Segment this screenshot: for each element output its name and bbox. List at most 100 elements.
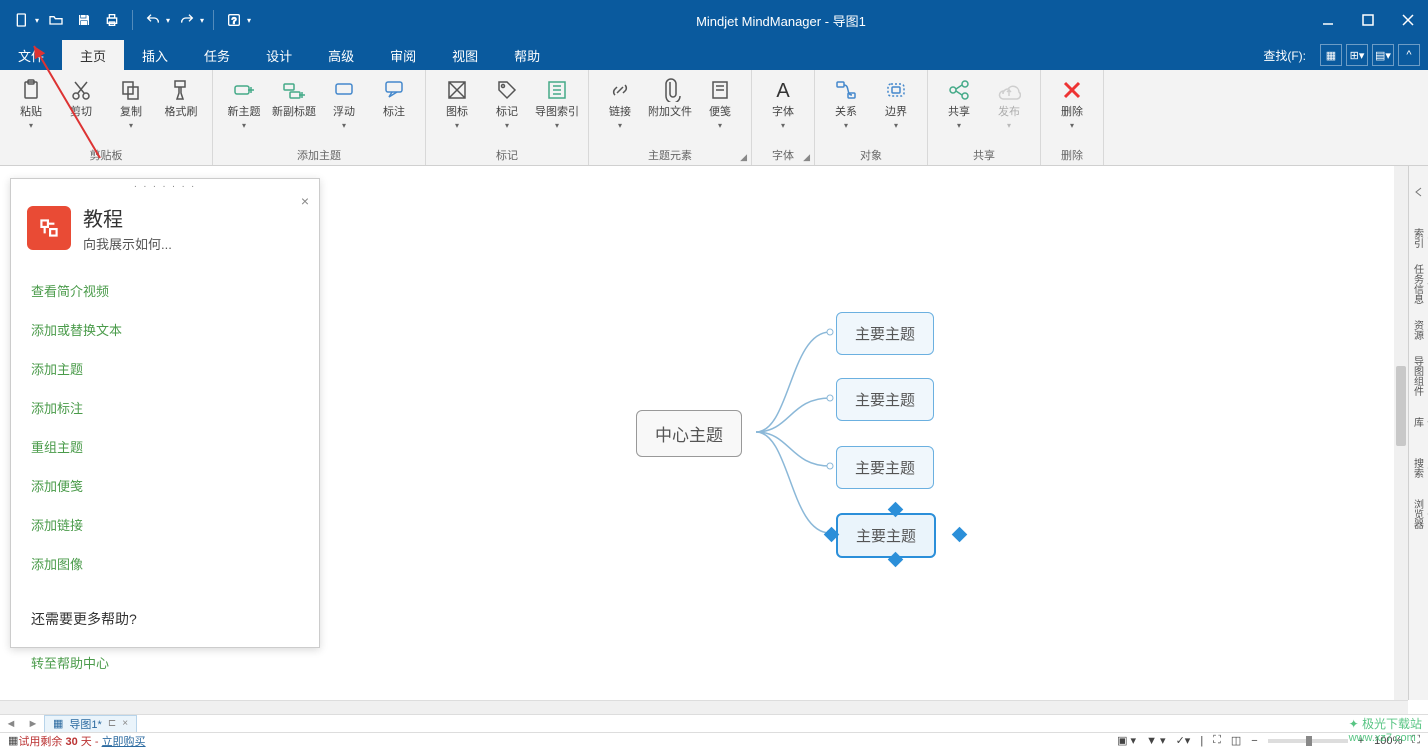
zoom-out-button[interactable]: − bbox=[1251, 735, 1257, 747]
tab-task[interactable]: 任务 bbox=[186, 40, 248, 70]
delete-button[interactable]: 删除▾ bbox=[1047, 74, 1097, 134]
open-icon[interactable] bbox=[42, 6, 70, 34]
tutorial-panel: . . . . . . . × 教程 向我展示如何... 查看简介视频 添加或替… bbox=[10, 178, 320, 648]
sidebar-index[interactable]: 索引 bbox=[1410, 216, 1428, 260]
sidebar-browser[interactable]: 浏览器 bbox=[1410, 492, 1428, 536]
paste-button[interactable]: 粘贴▾ bbox=[6, 74, 56, 134]
status-view-icon[interactable]: ▣ ▾ bbox=[1117, 734, 1136, 747]
doc-tab-pin-icon[interactable]: ⊏ bbox=[108, 718, 116, 729]
maximize-button[interactable] bbox=[1348, 0, 1388, 40]
group-delete-label: 删除 bbox=[1041, 147, 1103, 165]
tutorial-link-replace-text[interactable]: 添加或替换文本 bbox=[31, 310, 299, 349]
new-topic-button[interactable]: 新主题▾ bbox=[219, 74, 269, 134]
format-painter-button[interactable]: 格式刷 bbox=[156, 74, 206, 123]
sidebar-resource[interactable]: 资源 bbox=[1410, 308, 1428, 352]
tutorial-link-reorg[interactable]: 重组主题 bbox=[31, 427, 299, 466]
print-icon[interactable] bbox=[98, 6, 126, 34]
group-add-topic-label: 添加主题 bbox=[213, 147, 425, 165]
tutorial-link-add-link[interactable]: 添加链接 bbox=[31, 505, 299, 544]
tutorial-link-video[interactable]: 查看简介视频 bbox=[31, 271, 299, 310]
sidebar-parts[interactable]: 导图组件 bbox=[1410, 354, 1428, 398]
float-button[interactable]: 浮动▾ bbox=[319, 74, 369, 134]
boundary-button[interactable]: 边界▾ bbox=[871, 74, 921, 134]
tutorial-link-help-center[interactable]: 转至帮助中心 bbox=[31, 643, 299, 682]
help-dropdown[interactable]: ▾ bbox=[244, 16, 254, 25]
zoom-level[interactable]: 100% bbox=[1374, 735, 1402, 747]
redo-dropdown[interactable]: ▾ bbox=[197, 16, 207, 25]
tutorial-close-icon[interactable]: × bbox=[301, 193, 309, 209]
copy-button[interactable]: 复制▾ bbox=[106, 74, 156, 134]
undo-dropdown[interactable]: ▾ bbox=[163, 16, 173, 25]
panel-drag-handle[interactable]: . . . . . . . bbox=[11, 179, 319, 193]
qat-separator bbox=[213, 10, 214, 30]
elements-launcher-icon[interactable]: ◢ bbox=[740, 152, 747, 163]
tag-button[interactable]: 标记▾ bbox=[482, 74, 532, 134]
tab-home[interactable]: 主页 bbox=[62, 40, 124, 70]
buy-now-link[interactable]: 立即购买 bbox=[102, 736, 146, 748]
attach-button[interactable]: 附加文件 bbox=[645, 74, 695, 123]
font-launcher-icon[interactable]: ◢ bbox=[803, 152, 810, 163]
status-task-icon[interactable]: ✓▾ bbox=[1176, 734, 1191, 747]
sidebar-search[interactable]: 搜索 bbox=[1410, 446, 1428, 490]
menubar-icon-3[interactable]: ▤▾ bbox=[1372, 44, 1394, 66]
ribbon: 粘贴▾ 剪切 复制▾ 格式刷 剪贴板 新主题▾ 新副标题 浮动▾ 标注 添加主题… bbox=[0, 70, 1428, 166]
cut-button[interactable]: 剪切 bbox=[56, 74, 106, 123]
collapse-ribbon-icon[interactable]: ^ bbox=[1398, 44, 1420, 66]
vertical-scrollbar[interactable] bbox=[1394, 166, 1408, 700]
sidebar-taskinfo[interactable]: 任务信息 bbox=[1410, 262, 1428, 306]
mindmap-topic-3[interactable]: 主要主题 bbox=[836, 446, 934, 489]
menubar-icon-2[interactable]: ⊞▾ bbox=[1346, 44, 1368, 66]
status-filter-icon[interactable]: ▼ ▾ bbox=[1146, 734, 1165, 747]
svg-text:A: A bbox=[776, 80, 790, 102]
status-split-icon[interactable]: ◫ bbox=[1231, 734, 1241, 747]
link-button[interactable]: 链接▾ bbox=[595, 74, 645, 134]
close-button[interactable] bbox=[1388, 0, 1428, 40]
mindmap-center-node[interactable]: 中心主题 bbox=[636, 410, 742, 457]
tab-nav-prev[interactable]: ◄ bbox=[0, 718, 22, 730]
vertical-scroll-thumb[interactable] bbox=[1396, 366, 1406, 446]
relation-button[interactable]: 关系▾ bbox=[821, 74, 871, 134]
group-object-label: 对象 bbox=[815, 147, 927, 165]
tab-view[interactable]: 视图 bbox=[434, 40, 496, 70]
selection-handle-right[interactable] bbox=[952, 527, 968, 543]
doc-tab-close-icon[interactable]: × bbox=[122, 718, 128, 729]
status-fit-icon[interactable]: ⛶ bbox=[1213, 734, 1221, 747]
notes-button[interactable]: 便笺▾ bbox=[695, 74, 745, 134]
mindmap-topic-2[interactable]: 主要主题 bbox=[836, 378, 934, 421]
mindmap-topic-4-selected[interactable]: 主要主题 bbox=[836, 513, 936, 558]
new-subtitle-button[interactable]: 新副标题 bbox=[269, 74, 319, 123]
new-doc-dropdown[interactable]: ▾ bbox=[32, 16, 42, 25]
tutorial-link-add-image[interactable]: 添加图像 bbox=[31, 544, 299, 583]
minimize-button[interactable] bbox=[1308, 0, 1348, 40]
tab-review[interactable]: 审阅 bbox=[372, 40, 434, 70]
sidebar-library[interactable]: 库 bbox=[1410, 400, 1428, 444]
tab-nav-next[interactable]: ► bbox=[22, 718, 44, 730]
map-index-button[interactable]: 导图索引▾ bbox=[532, 74, 582, 134]
tutorial-app-icon bbox=[27, 206, 71, 250]
tutorial-link-add-note[interactable]: 添加便笺 bbox=[31, 466, 299, 505]
document-tab[interactable]: ▦ 导图1* ⊏ × bbox=[44, 715, 137, 733]
doc-tab-label: 导图1* bbox=[69, 716, 101, 732]
tab-help[interactable]: 帮助 bbox=[496, 40, 558, 70]
status-fullscreen-icon[interactable]: ⛶ bbox=[1412, 734, 1420, 747]
tab-file[interactable]: 文件 bbox=[0, 40, 62, 70]
publish-button: 发布▾ bbox=[984, 74, 1034, 134]
tab-insert[interactable]: 插入 bbox=[124, 40, 186, 70]
tutorial-link-add-topic[interactable]: 添加主题 bbox=[31, 349, 299, 388]
share-button[interactable]: 共享▾ bbox=[934, 74, 984, 134]
save-icon[interactable] bbox=[70, 6, 98, 34]
callout-button[interactable]: 标注 bbox=[369, 74, 419, 123]
tab-advanced[interactable]: 高级 bbox=[310, 40, 372, 70]
tab-design[interactable]: 设计 bbox=[248, 40, 310, 70]
sidebar-expand-icon[interactable] bbox=[1410, 170, 1428, 214]
font-button[interactable]: A字体▾ bbox=[758, 74, 808, 134]
icon-button[interactable]: 图标▾ bbox=[432, 74, 482, 134]
document-tabstrip: ◄ ► ▦ 导图1* ⊏ × bbox=[0, 714, 1428, 732]
menubar-icon-1[interactable]: ▦ bbox=[1320, 44, 1342, 66]
zoom-in-button[interactable]: + bbox=[1358, 735, 1364, 747]
group-markers-label: 标记 bbox=[426, 147, 588, 165]
tutorial-link-add-callout[interactable]: 添加标注 bbox=[31, 388, 299, 427]
mindmap-topic-1[interactable]: 主要主题 bbox=[836, 312, 934, 355]
status-doc-icon: ▦ bbox=[8, 734, 18, 747]
zoom-slider[interactable] bbox=[1268, 739, 1348, 743]
